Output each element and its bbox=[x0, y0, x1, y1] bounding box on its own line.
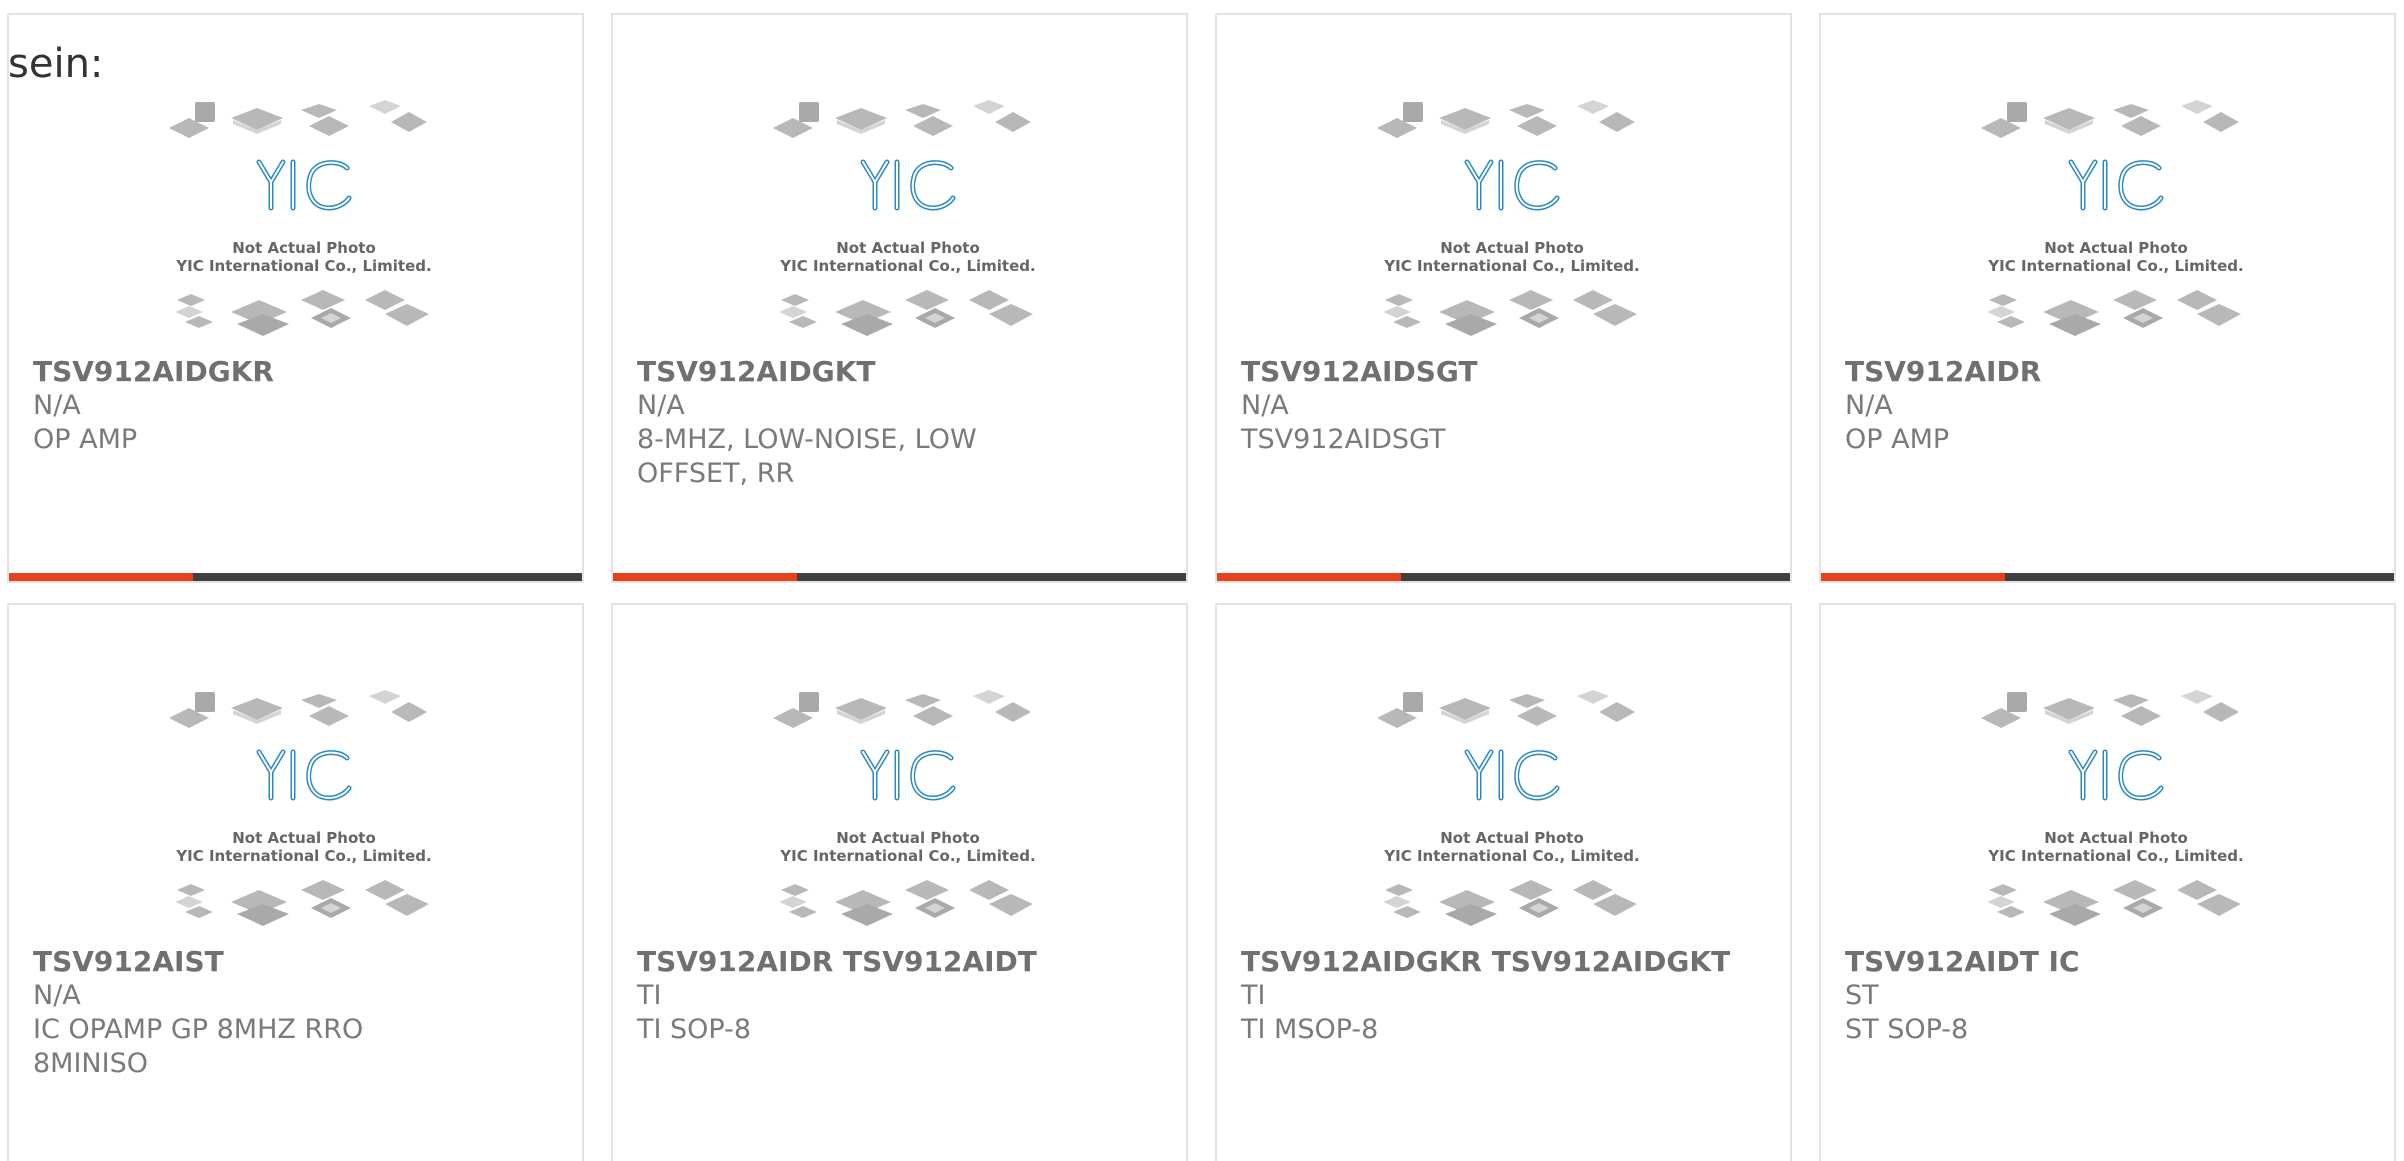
manufacturer: N/A bbox=[1845, 390, 1893, 421]
photo-caption-1: Not Actual Photo bbox=[2044, 239, 2188, 257]
photo-caption-1: Not Actual Photo bbox=[836, 239, 980, 257]
manufacturer: N/A bbox=[1241, 390, 1289, 421]
product-card[interactable]: Not Actual Photo YIC International Co., … bbox=[611, 13, 1188, 583]
description: TSV912AIDSGT bbox=[1241, 424, 1446, 455]
photo-caption-2: YIC International Co., Limited. bbox=[779, 847, 1035, 865]
description: TI MSOP-8 bbox=[1241, 1014, 1379, 1045]
part-number-link[interactable]: TSV912AIDGKR bbox=[33, 355, 558, 389]
product-card[interactable]: Not Actual Photo YIC International Co., … bbox=[1819, 603, 2396, 1161]
product-info: TSV912AIDR N/A OP AMP bbox=[1845, 355, 2370, 457]
intro-text: sein: bbox=[8, 41, 104, 87]
product-photo-placeholder: Not Actual Photo YIC International Co., … bbox=[763, 690, 1036, 935]
card-bar bbox=[9, 573, 582, 581]
product-info: TSV912AIDT IC ST ST SOP-8 bbox=[1845, 945, 2370, 1047]
product-card[interactable]: Not Actual Photo YIC International Co., … bbox=[7, 13, 584, 583]
part-number-link[interactable]: TSV912AIDT IC bbox=[1845, 945, 2370, 979]
description: 8-MHZ, LOW-NOISE, LOW OFFSET, RR bbox=[637, 424, 977, 489]
photo-caption-1: Not Actual Photo bbox=[1440, 239, 1584, 257]
manufacturer: TI bbox=[1241, 980, 1266, 1011]
description: TI SOP-8 bbox=[637, 1014, 752, 1045]
page: sein: Not Actual Photo YIC International… bbox=[0, 0, 2404, 1161]
card-bar bbox=[1821, 573, 2394, 581]
description: IC OPAMP GP 8MHZ RRO 8MINISO bbox=[33, 1014, 364, 1079]
manufacturer: N/A bbox=[33, 390, 81, 421]
product-card[interactable]: Not Actual Photo YIC International Co., … bbox=[1215, 603, 1792, 1161]
part-number-link[interactable]: TSV912AIDGKT bbox=[637, 355, 1162, 389]
description: ST SOP-8 bbox=[1845, 1014, 1969, 1045]
product-photo-placeholder: Not Actual Photo YIC International Co., … bbox=[763, 100, 1036, 345]
card-bar-accent bbox=[1217, 573, 1401, 581]
part-number-link[interactable]: TSV912AIDR bbox=[1845, 355, 2370, 389]
card-bar bbox=[1217, 573, 1790, 581]
product-photo-placeholder: Not Actual Photo YIC International Co., … bbox=[159, 100, 432, 345]
part-number-link[interactable]: TSV912AIDR TSV912AIDT bbox=[637, 945, 1162, 979]
product-photo-placeholder: Not Actual Photo YIC International Co., … bbox=[1367, 100, 1640, 345]
manufacturer: N/A bbox=[637, 390, 685, 421]
manufacturer: TI bbox=[637, 980, 662, 1011]
product-info: TSV912AIST N/A IC OPAMP GP 8MHZ RRO 8MIN… bbox=[33, 945, 558, 1081]
photo-caption-1: Not Actual Photo bbox=[2044, 829, 2188, 847]
product-info: TSV912AIDSGT N/A TSV912AIDSGT bbox=[1241, 355, 1766, 457]
part-number-link[interactable]: TSV912AIDSGT bbox=[1241, 355, 1766, 389]
description: OP AMP bbox=[33, 424, 138, 455]
photo-caption-2: YIC International Co., Limited. bbox=[1987, 257, 2243, 275]
photo-caption-2: YIC International Co., Limited. bbox=[1383, 257, 1639, 275]
photo-caption-2: YIC International Co., Limited. bbox=[175, 257, 431, 275]
product-info: TSV912AIDGKR TSV912AIDGKT TI TI MSOP-8 bbox=[1241, 945, 1766, 1047]
description: OP AMP bbox=[1845, 424, 1950, 455]
card-bar-accent bbox=[613, 573, 797, 581]
product-card[interactable]: Not Actual Photo YIC International Co., … bbox=[7, 603, 584, 1161]
card-bar-accent bbox=[9, 573, 193, 581]
photo-caption-2: YIC International Co., Limited. bbox=[175, 847, 431, 865]
product-card[interactable]: Not Actual Photo YIC International Co., … bbox=[1215, 13, 1792, 583]
product-info: TSV912AIDR TSV912AIDT TI TI SOP-8 bbox=[637, 945, 1162, 1047]
product-photo-placeholder: Not Actual Photo YIC International Co., … bbox=[1367, 690, 1640, 935]
product-photo-placeholder: Not Actual Photo YIC International Co., … bbox=[1971, 100, 2244, 345]
photo-caption-2: YIC International Co., Limited. bbox=[1987, 847, 2243, 865]
product-info: TSV912AIDGKT N/A 8-MHZ, LOW-NOISE, LOW O… bbox=[637, 355, 1162, 491]
product-photo-placeholder: Not Actual Photo YIC International Co., … bbox=[1971, 690, 2244, 935]
photo-caption-1: Not Actual Photo bbox=[1440, 829, 1584, 847]
photo-caption-1: Not Actual Photo bbox=[232, 829, 376, 847]
photo-caption-1: Not Actual Photo bbox=[836, 829, 980, 847]
photo-caption-2: YIC International Co., Limited. bbox=[779, 257, 1035, 275]
manufacturer: N/A bbox=[33, 980, 81, 1011]
product-info: TSV912AIDGKR N/A OP AMP bbox=[33, 355, 558, 457]
product-card[interactable]: Not Actual Photo YIC International Co., … bbox=[611, 603, 1188, 1161]
part-number-link[interactable]: TSV912AIDGKR TSV912AIDGKT bbox=[1241, 945, 1766, 979]
card-bar bbox=[613, 573, 1186, 581]
product-card[interactable]: Not Actual Photo YIC International Co., … bbox=[1819, 13, 2396, 583]
card-bar-accent bbox=[1821, 573, 2005, 581]
photo-caption-2: YIC International Co., Limited. bbox=[1383, 847, 1639, 865]
part-number-link[interactable]: TSV912AIST bbox=[33, 945, 558, 979]
photo-caption-1: Not Actual Photo bbox=[232, 239, 376, 257]
manufacturer: ST bbox=[1845, 980, 1879, 1011]
product-photo-placeholder: Not Actual Photo YIC International Co., … bbox=[159, 690, 432, 935]
